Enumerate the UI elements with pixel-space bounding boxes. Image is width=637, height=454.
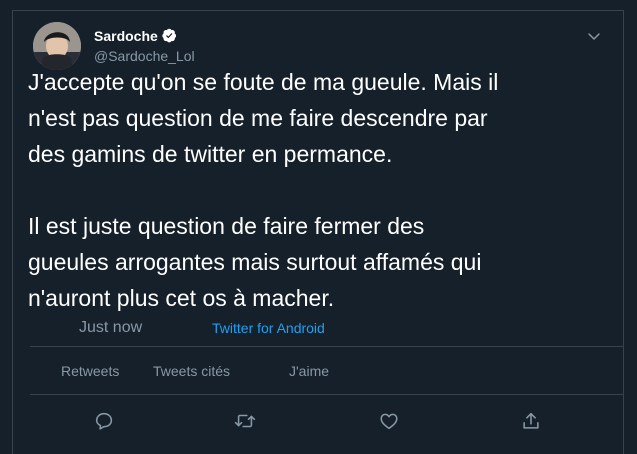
retweets-stat-link[interactable]: Retweets	[61, 362, 119, 380]
display-name[interactable]: Sardoche	[94, 27, 158, 45]
tweet-source-link[interactable]: Twitter for Android	[212, 319, 325, 337]
chevron-down-icon[interactable]	[586, 28, 602, 44]
tweet-timestamp[interactable]: Just now	[79, 318, 142, 338]
verified-badge-icon	[162, 28, 177, 43]
avatar[interactable]	[33, 22, 81, 70]
retweet-icon[interactable]	[233, 410, 256, 432]
divider	[30, 346, 624, 347]
quote-tweets-stat-link[interactable]: Tweets cités	[153, 362, 230, 380]
share-icon[interactable]	[520, 410, 542, 432]
tweet-page: Sardoche @Sardoche_Lol J'accepte qu'on s…	[0, 0, 637, 454]
user-handle[interactable]: @Sardoche_Lol	[94, 47, 195, 65]
reply-icon[interactable]	[93, 410, 115, 432]
like-icon[interactable]	[378, 410, 400, 432]
likes-stat-link[interactable]: J'aime	[289, 362, 329, 380]
tweet-text: J'accepte qu'on se foute de ma gueule. M…	[28, 69, 499, 311]
divider	[30, 394, 624, 395]
